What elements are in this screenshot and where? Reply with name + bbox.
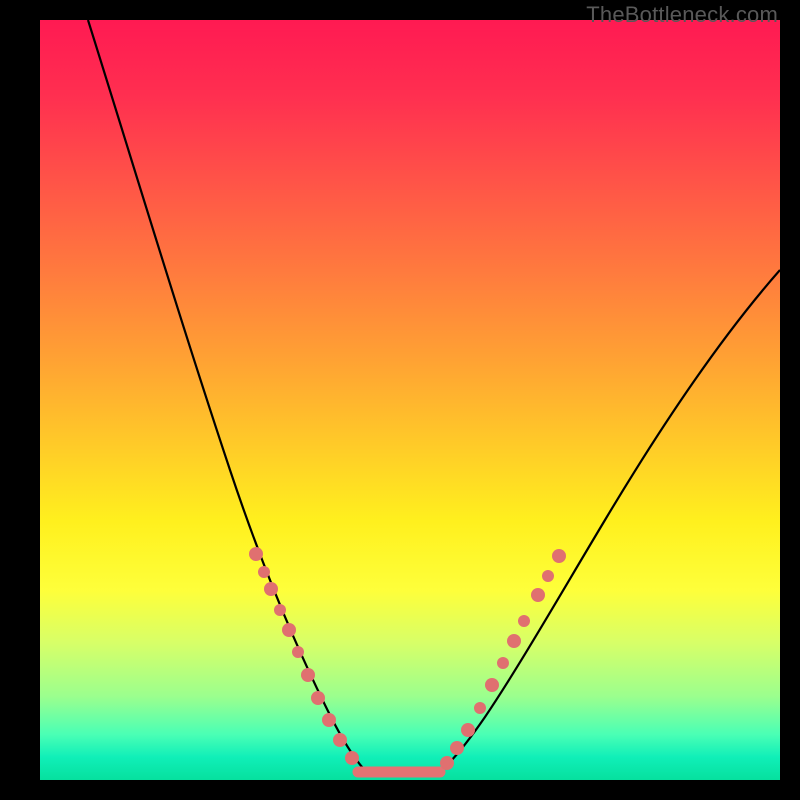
watermark-text: TheBottleneck.com [586, 2, 778, 28]
curve-right [438, 270, 780, 773]
curve-left [88, 20, 370, 773]
marker-dots-right [440, 549, 566, 770]
plot-area [40, 20, 780, 780]
chart-frame: TheBottleneck.com [0, 0, 800, 800]
chart-svg [40, 20, 780, 780]
marker-dots-left [249, 547, 359, 765]
